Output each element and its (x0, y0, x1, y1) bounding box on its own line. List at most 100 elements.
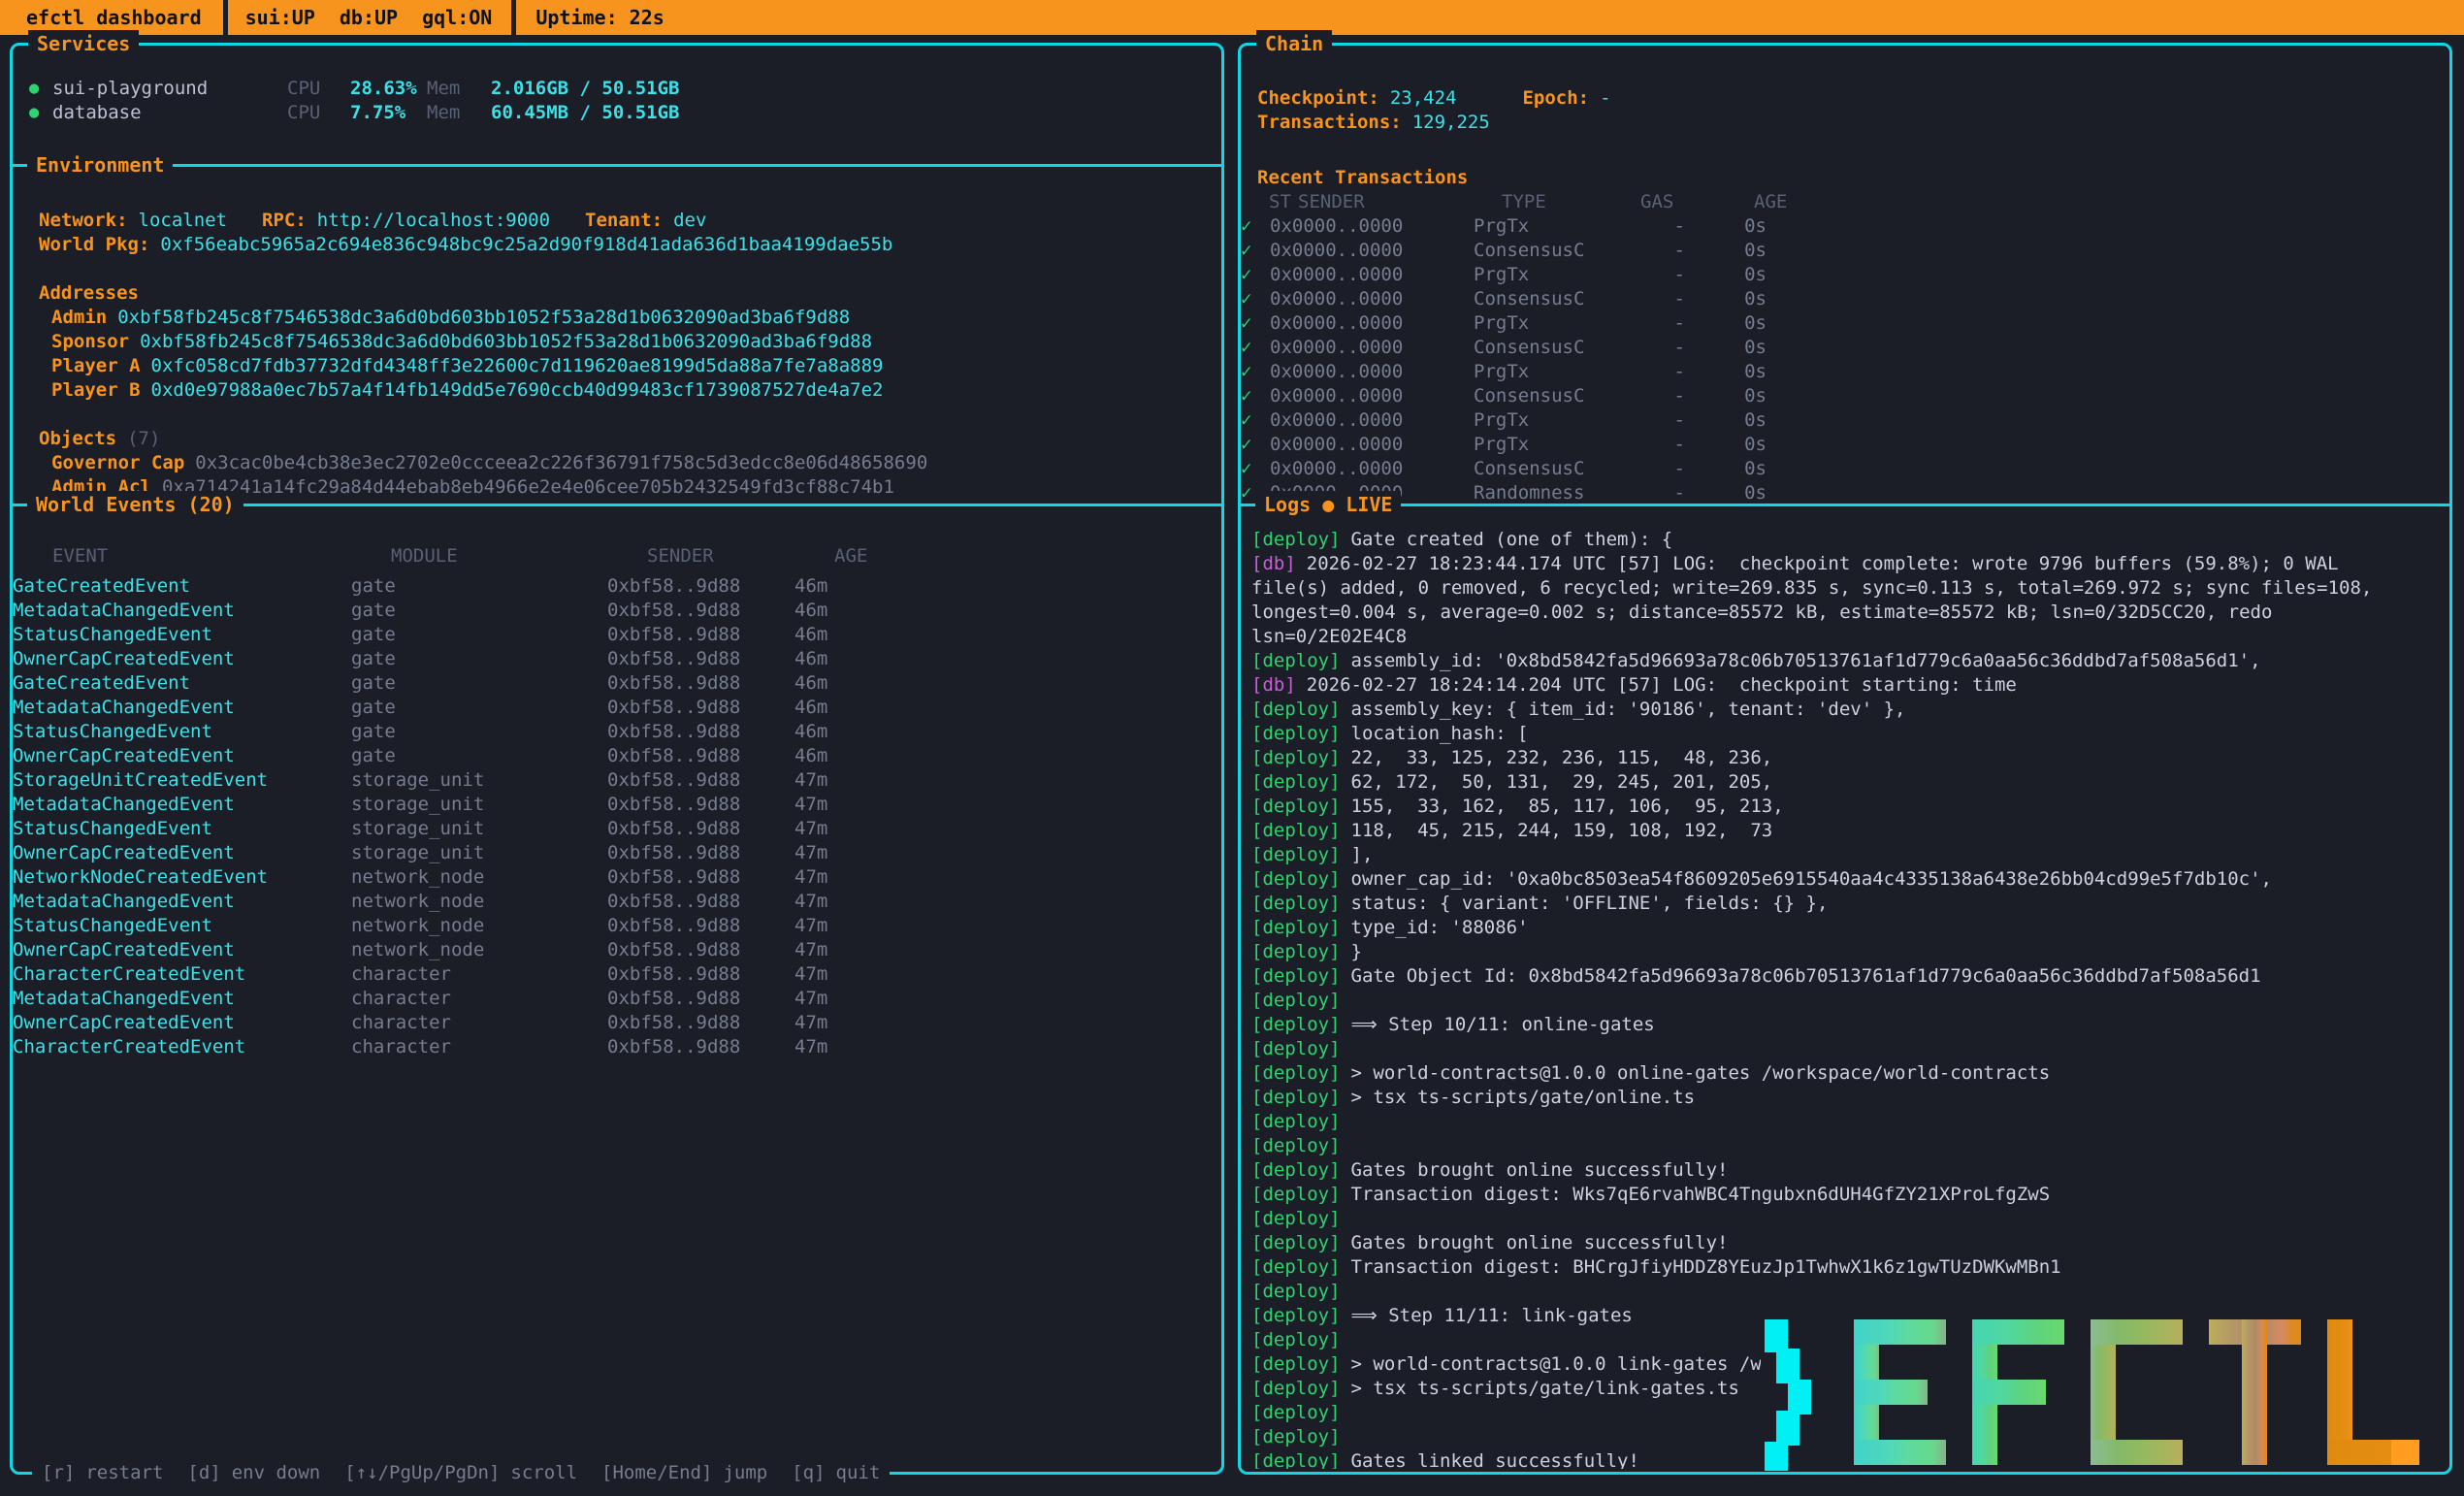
left-panel: Services ● sui-playground CPU 28.63% Mem… (10, 43, 1224, 1475)
world-event-row: MetadataChangedEvent gate 0xbf58..9d88 4… (13, 599, 1218, 623)
log-line: [deploy] > tsx ts-scripts/gate/online.ts (1251, 1086, 2447, 1110)
world-event-row: StatusChangedEvent storage_unit 0xbf58..… (13, 817, 1218, 841)
log-source-tag: [deploy] (1251, 770, 1341, 795)
event-sender: 0xbf58..9d88 (607, 623, 794, 647)
log-line: [deploy] (1251, 989, 2447, 1013)
log-source-tag: [deploy] (1251, 1401, 1341, 1425)
event-sender: 0xbf58..9d88 (607, 914, 794, 938)
event-module: network_node (351, 938, 607, 962)
event-module: storage_unit (351, 841, 607, 865)
log-source-tag: [db] (1251, 673, 1296, 698)
tx-gas: - (1612, 214, 1726, 239)
world-events-header-row: EVENT MODULE SENDER AGE (13, 544, 1218, 569)
col-header-type: TYPE (1502, 190, 1640, 214)
event-name: CharacterCreatedEvent (13, 962, 351, 987)
log-message: file(s) added, 0 removed, 6 recycled; wr… (1251, 576, 2372, 601)
keybinding-action: env down (232, 1459, 321, 1487)
event-sender: 0xbf58..9d88 (607, 865, 794, 890)
log-source-tag: [deploy] (1251, 1280, 1341, 1304)
tx-age: 0s (1726, 287, 1784, 311)
log-line: [deploy] (1251, 1134, 2447, 1158)
log-line: file(s) added, 0 removed, 6 recycled; wr… (1251, 576, 2447, 601)
tx-sender: 0x0000..0000 (1270, 384, 1474, 408)
event-name: StatusChangedEvent (13, 623, 351, 647)
rpc-label: RPC: (262, 210, 307, 231)
log-source-tag: [deploy] (1251, 1449, 1341, 1469)
event-sender: 0xbf58..9d88 (607, 1011, 794, 1035)
event-name: GateCreatedEvent (13, 574, 351, 599)
event-age: 47m (794, 841, 862, 865)
event-age: 46m (794, 574, 862, 599)
log-line: [deploy] (1251, 1207, 2447, 1231)
event-module: gate (351, 599, 607, 623)
event-name: StatusChangedEvent (13, 817, 351, 841)
address-label: Admin (51, 307, 107, 328)
log-source-tag: [deploy] (1251, 1086, 1341, 1110)
world-event-row: CharacterCreatedEvent character 0xbf58..… (13, 1035, 1218, 1059)
keybinding-hint[interactable]: [Home/End]jump (601, 1459, 767, 1487)
event-module: storage_unit (351, 768, 607, 793)
world-events-table[interactable]: GateCreatedEvent gate 0xbf58..9d88 46m M… (13, 574, 1218, 1059)
event-age: 47m (794, 938, 862, 962)
event-age: 47m (794, 817, 862, 841)
log-source-tag: [deploy] (1251, 1110, 1341, 1134)
keybinding-hint[interactable]: [r]restart (42, 1459, 163, 1487)
event-age: 47m (794, 768, 862, 793)
log-message: > world-contracts@1.0.0 online-gates /wo… (1351, 1061, 2051, 1086)
log-source-tag: [deploy] (1251, 916, 1341, 940)
keybinding-hint[interactable]: [d]env down (187, 1459, 320, 1487)
env-network-line: Network:localnetRPC:http://localhost:900… (39, 209, 1218, 233)
tx-type: ConsensusC (1474, 336, 1612, 360)
log-line: [deploy] Gates brought online successful… (1251, 1231, 2447, 1255)
tx-age: 0s (1726, 336, 1784, 360)
address-row: Player A0xfc058cd7fdb37732dfd4348ff3e226… (39, 354, 1218, 378)
keybinding-hint[interactable]: [q]quit (792, 1459, 880, 1487)
environment-title: Environment (27, 151, 173, 179)
log-line: [deploy] 22, 33, 125, 232, 236, 115, 48,… (1251, 746, 2447, 770)
world-event-row: StorageUnitCreatedEvent storage_unit 0xb… (13, 768, 1218, 793)
log-message: Gate Object Id: 0x8bd5842fa5d96693a78c06… (1351, 964, 2261, 989)
world-event-row: GateCreatedEvent gate 0xbf58..9d88 46m (13, 671, 1218, 696)
log-message: 118, 45, 215, 244, 159, 108, 192, 73 (1351, 819, 1773, 843)
tx-gas: - (1612, 433, 1726, 457)
world-event-row: OwnerCapCreatedEvent gate 0xbf58..9d88 4… (13, 744, 1218, 768)
keybinding-hint[interactable]: [↑↓/PgUp/PgDn]scroll (344, 1459, 577, 1487)
log-source-tag: [deploy] (1251, 528, 1341, 552)
tx-sender: 0x0000..0000 (1270, 263, 1474, 287)
log-line: [db] 2026-02-27 18:23:44.174 UTC [57] LO… (1251, 552, 2447, 576)
uptime-label: Uptime: 22s (516, 0, 683, 35)
log-line: [deploy] (1251, 1110, 2447, 1134)
checkpoint-line: Checkpoint:23,424Epoch:- (1257, 86, 2447, 111)
keybinding-key: [r] (42, 1459, 75, 1487)
event-name: OwnerCapCreatedEvent (13, 841, 351, 865)
transactions-table[interactable]: ✓ 0x0000..0000 PrgTx - 0s ✓ 0x0000..0000… (1241, 214, 2447, 505)
col-header-st: ST (1269, 190, 1298, 214)
tx-gas: - (1612, 311, 1726, 336)
cpu-value: 7.75% (350, 101, 427, 125)
object-id-value: 0x3cac0be4cb38e3ec2702e0ccceea2c226f3679… (195, 452, 927, 473)
log-message: assembly_key: { item_id: '90186', tenant… (1351, 698, 1906, 722)
log-source-tag: [deploy] (1251, 1013, 1341, 1037)
logs-live-title: Logs ● LIVE (1255, 491, 1401, 519)
right-panel: Chain Checkpoint:23,424Epoch:- Transacti… (1238, 43, 2452, 1475)
log-message: location_hash: [ (1351, 722, 1529, 746)
event-module: gate (351, 647, 607, 671)
event-name: MetadataChangedEvent (13, 890, 351, 914)
log-line: [deploy] 155, 33, 162, 85, 117, 106, 95,… (1251, 795, 2447, 819)
tx-age: 0s (1726, 214, 1784, 239)
address-value: 0xd0e97988a0ec7b57a4f14fb149dd5e7690ccb4… (151, 379, 884, 401)
tx-age: 0s (1726, 433, 1784, 457)
tx-age: 0s (1726, 481, 1784, 505)
address-row: Player B0xd0e97988a0ec7b57a4f14fb149dd5e… (39, 378, 1218, 403)
tx-gas: - (1612, 457, 1726, 481)
event-name: MetadataChangedEvent (13, 696, 351, 720)
transaction-row: ✓ 0x0000..0000 PrgTx - 0s (1241, 433, 2447, 457)
event-module: gate (351, 671, 607, 696)
transaction-row: ✓ 0x0000..0000 PrgTx - 0s (1241, 360, 2447, 384)
log-source-tag: [deploy] (1251, 1255, 1341, 1280)
address-label: Player A (51, 355, 141, 376)
log-source-tag: [deploy] (1251, 1231, 1341, 1255)
col-header-sender: SENDER (1298, 190, 1502, 214)
service-name: sui-playground (52, 77, 287, 101)
log-message: > tsx ts-scripts/gate/online.ts (1351, 1086, 1696, 1110)
